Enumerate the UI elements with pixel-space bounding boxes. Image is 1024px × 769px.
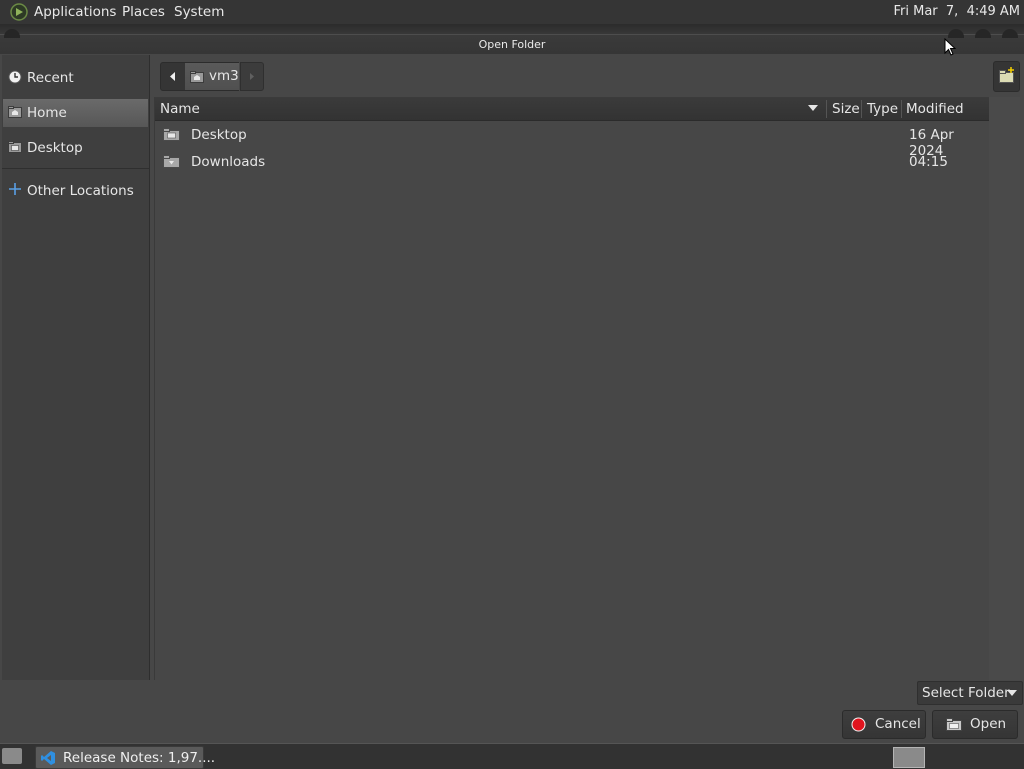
titlebar-divider — [0, 34, 1024, 35]
path-forward-button[interactable] — [240, 62, 264, 91]
column-header-name[interactable]: Name — [160, 101, 200, 117]
file-filter-dropdown[interactable]: Select Folder — [917, 681, 1023, 705]
taskbar-window-button[interactable]: Release Notes: 1,97.... — [35, 746, 215, 769]
open-label: Open — [970, 716, 1007, 732]
file-list-header: Name Size Type Modified — [155, 97, 990, 121]
folder-open-icon — [946, 718, 962, 731]
column-header-type[interactable]: Type — [867, 101, 898, 117]
applications-menu[interactable]: Applications — [34, 4, 116, 20]
places-menu[interactable]: Places — [122, 4, 165, 20]
path-segment-label: vm3 — [209, 68, 239, 84]
taskbar: Release Notes: 1,97.... — [0, 743, 1024, 769]
dialog-titlebar[interactable]: Open Folder — [0, 24, 1024, 54]
file-list[interactable]: Name Size Type Modified Desktop 16 Apr 2… — [154, 97, 990, 680]
dialog-title: Open Folder — [478, 38, 546, 51]
titlebar-corner — [4, 29, 20, 38]
plus-icon — [9, 183, 21, 195]
sidebar-item-label: Other Locations — [27, 183, 134, 199]
sidebar-item-other-locations[interactable]: Other Locations — [3, 177, 148, 205]
distro-logo-icon[interactable] — [10, 3, 28, 21]
chevron-down-icon — [1007, 690, 1017, 696]
file-name: Downloads — [191, 154, 266, 170]
column-header-modified[interactable]: Modified — [906, 101, 964, 117]
home-folder-icon — [190, 71, 204, 83]
scrollbar-track[interactable] — [989, 97, 1020, 680]
cancel-icon — [851, 717, 866, 732]
column-separator — [901, 100, 902, 118]
chevron-right-icon — [250, 73, 254, 80]
desktop-folder-icon — [163, 128, 180, 141]
recent-clock-icon — [8, 70, 22, 84]
sidebar-divider — [2, 168, 149, 169]
sort-descending-icon[interactable] — [807, 104, 819, 112]
new-folder-button[interactable] — [993, 61, 1020, 92]
places-sidebar: Recent Home Desktop Other Locations — [2, 55, 150, 680]
sidebar-item-label: Recent — [27, 70, 74, 86]
taskbar-window-label: Release Notes: 1,97.... — [63, 750, 216, 766]
file-row-desktop[interactable]: Desktop 16 Apr 2024 — [155, 121, 990, 159]
file-row-downloads[interactable]: Downloads 04:15 — [155, 148, 990, 175]
chevron-left-icon — [170, 72, 175, 81]
file-modified: 04:15 — [909, 154, 948, 170]
column-separator — [826, 100, 827, 118]
home-folder-icon — [8, 106, 22, 118]
path-back-button[interactable] — [160, 62, 186, 91]
new-folder-icon — [999, 67, 1014, 83]
sidebar-item-label: Desktop — [27, 140, 83, 156]
cancel-label: Cancel — [875, 716, 921, 732]
sidebar-item-home[interactable]: Home — [3, 99, 148, 127]
clock[interactable]: Fri Mar 7, 4:49 AM — [893, 4, 1020, 19]
close-button[interactable] — [1002, 29, 1018, 38]
mouse-cursor-icon — [944, 38, 956, 56]
top-panel: Applications Places System Fri Mar 7, 4:… — [0, 0, 1024, 24]
path-bar: vm3 — [159, 61, 264, 91]
sidebar-item-recent[interactable]: Recent — [3, 64, 148, 92]
downloads-folder-icon — [163, 155, 180, 168]
system-menu[interactable]: System — [174, 4, 224, 20]
filter-selected-label: Select Folder — [922, 685, 1010, 701]
desktop-folder-icon — [8, 141, 22, 153]
minimize-button[interactable] — [948, 29, 964, 38]
file-name: Desktop — [191, 127, 247, 143]
workspace-switcher[interactable] — [893, 747, 925, 768]
open-button[interactable]: Open — [932, 710, 1018, 739]
sidebar-item-desktop[interactable]: Desktop — [3, 134, 148, 162]
path-segment-vm3[interactable]: vm3 — [185, 62, 239, 91]
maximize-button[interactable] — [975, 29, 991, 38]
cancel-button[interactable]: Cancel — [842, 710, 926, 739]
sidebar-item-label: Home — [27, 105, 67, 121]
show-desktop-icon[interactable] — [2, 748, 22, 764]
column-header-size[interactable]: Size — [832, 101, 860, 117]
vscode-icon — [41, 751, 55, 765]
column-separator — [861, 100, 862, 118]
